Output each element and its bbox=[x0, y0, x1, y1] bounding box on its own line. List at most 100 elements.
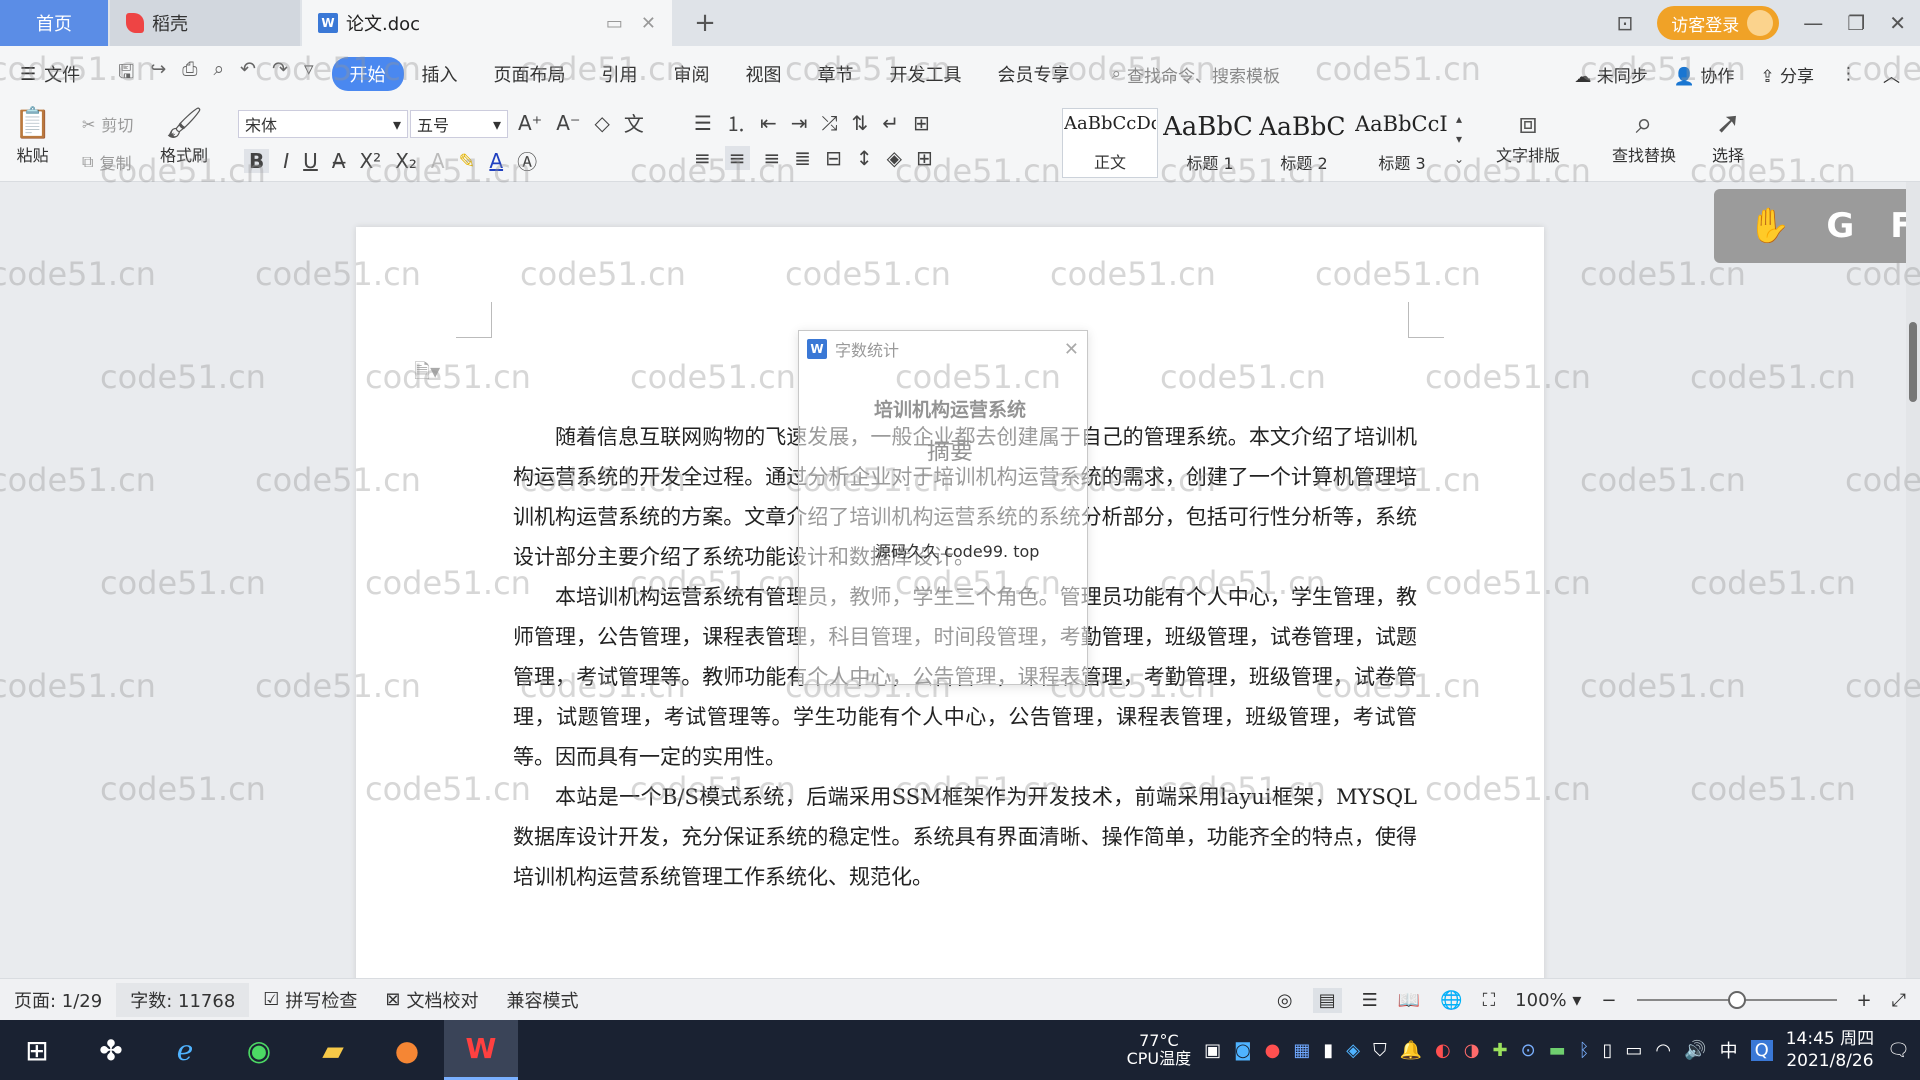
tray-app-icon[interactable]: ◈ bbox=[1346, 1040, 1360, 1061]
font-color-icon[interactable]: A bbox=[489, 149, 503, 173]
app-mascot-icon[interactable]: ● bbox=[370, 1020, 444, 1080]
file-explorer-icon[interactable]: ▰ bbox=[296, 1020, 370, 1080]
clear-format-icon[interactable]: ◇ bbox=[595, 111, 610, 135]
clock[interactable]: 14:45 周四 2021/8/26 bbox=[1786, 1028, 1874, 1072]
bold-icon[interactable]: B bbox=[244, 148, 270, 173]
tray-app-icon[interactable]: ◐ bbox=[1435, 1040, 1451, 1061]
customize-icon[interactable]: ▿ bbox=[304, 58, 314, 90]
align-right-icon[interactable]: ≡ bbox=[764, 146, 781, 170]
find-replace-button[interactable]: ⌕ 查找替换 bbox=[1612, 106, 1676, 166]
subscript-icon[interactable]: X₂ bbox=[395, 149, 417, 173]
zoom-in-icon[interactable]: + bbox=[1857, 990, 1872, 1011]
print-preview-icon[interactable]: ⌕ bbox=[213, 58, 224, 90]
borders-icon[interactable]: ⊞ bbox=[916, 146, 933, 170]
windows-start-icon[interactable]: ⊞ bbox=[0, 1020, 74, 1080]
web-view-icon[interactable]: 🌐 bbox=[1440, 990, 1462, 1011]
tab-docer[interactable]: 稻壳 bbox=[110, 0, 300, 46]
export-icon[interactable]: ↪ bbox=[150, 58, 166, 90]
zoom-slider-knob[interactable] bbox=[1727, 991, 1746, 1009]
sync-button[interactable]: ☁ 未同步 bbox=[1574, 62, 1647, 87]
proofread-button[interactable]: ⊠ 文档校对 bbox=[371, 987, 492, 1013]
360-browser-icon[interactable]: ◉ bbox=[222, 1020, 296, 1080]
table-tools-icon[interactable]: ⊞ bbox=[913, 111, 930, 135]
floating-letter-g[interactable]: G bbox=[1826, 206, 1854, 246]
tab-insert[interactable]: 插入 bbox=[404, 57, 476, 91]
bell-icon[interactable]: 🔔 bbox=[1400, 1040, 1422, 1061]
fullscreen-icon[interactable]: ⤢ bbox=[1892, 990, 1906, 1011]
expand-styles-icon[interactable]: ⌄ bbox=[1454, 152, 1464, 166]
numbering-icon[interactable]: ⒈ bbox=[726, 108, 746, 137]
cpu-temperature[interactable]: 77°C CPU温度 bbox=[1127, 1032, 1192, 1068]
minimize-icon[interactable]: — bbox=[1803, 11, 1823, 35]
reading-view-icon[interactable]: 📖 bbox=[1398, 990, 1420, 1011]
paste-button[interactable]: 📋 粘贴 bbox=[14, 106, 51, 166]
undo-icon[interactable]: ↶ bbox=[240, 58, 256, 90]
tab-chapter[interactable]: 章节 bbox=[800, 57, 872, 91]
redo-icon[interactable]: ↷ bbox=[272, 58, 288, 90]
vertical-scrollbar[interactable] bbox=[1906, 182, 1920, 978]
shield-icon[interactable]: ⛉ bbox=[1373, 1040, 1387, 1061]
save-icon[interactable]: 🖫 bbox=[118, 58, 134, 90]
collab-button[interactable]: 👤 协作 bbox=[1674, 62, 1735, 87]
text-effect-icon[interactable]: A bbox=[431, 149, 445, 173]
style-heading-1[interactable]: AaBbC 标题 1 bbox=[1162, 108, 1258, 178]
show-marks-icon[interactable]: ↵ bbox=[882, 111, 899, 135]
qq-icon[interactable]: Q bbox=[1750, 1039, 1773, 1061]
text-layout-button[interactable]: ⧈ 文字排版 bbox=[1496, 106, 1560, 166]
justify-icon[interactable]: ≣ bbox=[794, 146, 811, 170]
fit-page-icon[interactable]: ⛶ bbox=[1483, 990, 1496, 1011]
fan-app-icon[interactable]: ✤ bbox=[74, 1020, 148, 1080]
char-border-icon[interactable]: Ⓐ bbox=[517, 146, 537, 175]
font-name-select[interactable]: 宋体 ▾ bbox=[238, 110, 408, 138]
wps-taskbar-icon[interactable]: W bbox=[444, 1020, 518, 1080]
tab-member[interactable]: 会员专享 bbox=[980, 57, 1088, 91]
scrollbar-thumb[interactable] bbox=[1909, 322, 1917, 402]
tab-start[interactable]: 开始 bbox=[331, 57, 404, 91]
increase-font-icon[interactable]: A⁺ bbox=[518, 111, 542, 135]
align-center-icon[interactable]: ≡ bbox=[724, 146, 750, 170]
increase-indent-icon[interactable]: ⇥ bbox=[791, 111, 808, 135]
align-left-icon[interactable]: ≡ bbox=[694, 146, 711, 170]
volume-icon[interactable]: 🔊 bbox=[1684, 1040, 1706, 1061]
battery-icon[interactable]: ▭ bbox=[1625, 1040, 1642, 1061]
close-icon[interactable]: ✕ bbox=[1064, 339, 1079, 360]
outline-view-icon[interactable]: ☰ bbox=[1362, 990, 1378, 1011]
tray-app-icon[interactable]: ▦ bbox=[1293, 1040, 1310, 1061]
page-view-icon[interactable]: ▤ bbox=[1312, 987, 1342, 1013]
highlight-icon[interactable]: ✎ bbox=[459, 149, 476, 173]
hand-icon[interactable]: ✋ bbox=[1748, 206, 1790, 246]
zoom-out-icon[interactable]: − bbox=[1601, 990, 1616, 1011]
print-icon[interactable]: ⎙ bbox=[182, 58, 197, 90]
document-widget-icon[interactable]: 🗎▾ bbox=[414, 357, 440, 391]
command-search[interactable]: ⌕ 查找命令、搜索模板 bbox=[1112, 62, 1281, 87]
tab-developer[interactable]: 开发工具 bbox=[872, 57, 980, 91]
bluetooth-icon[interactable]: ᛒ bbox=[1579, 1040, 1590, 1061]
cut-button[interactable]: ✂ 剪切 bbox=[82, 112, 133, 136]
line-spacing-icon[interactable]: ↕ bbox=[856, 146, 873, 170]
format-painter-button[interactable]: 🖌 格式刷 bbox=[160, 106, 208, 166]
phonetic-icon[interactable]: 文 bbox=[624, 108, 644, 137]
bullets-icon[interactable]: ☰ bbox=[694, 111, 712, 135]
restore-icon[interactable]: ❐ bbox=[1847, 11, 1865, 35]
page-indicator[interactable]: 页面: 1/29 bbox=[0, 987, 116, 1013]
tray-app-icon[interactable]: ● bbox=[1265, 1040, 1281, 1061]
tray-app-icon[interactable]: ◑ bbox=[1464, 1040, 1480, 1061]
notification-icon[interactable]: 🗨 bbox=[1887, 1040, 1910, 1061]
style-heading-3[interactable]: AaBbCcI 标题 3 bbox=[1354, 108, 1450, 178]
zoom-select[interactable]: 100% ▾ bbox=[1515, 990, 1581, 1011]
spell-check-button[interactable]: ☑ 拼写检查 bbox=[249, 987, 371, 1013]
file-menu[interactable]: ☰ 文件 bbox=[0, 61, 100, 87]
tab-page-layout[interactable]: 页面布局 bbox=[476, 57, 584, 91]
tray-app-icon[interactable]: ▮ bbox=[1323, 1040, 1333, 1061]
tab-home[interactable]: 首页 bbox=[0, 0, 108, 46]
close-window-icon[interactable]: ✕ bbox=[1889, 11, 1906, 35]
copy-button[interactable]: ⧉ 复制 bbox=[82, 150, 131, 174]
layout-icon[interactable]: ⊡ bbox=[1617, 11, 1634, 35]
ie-browser-icon[interactable]: ℯ bbox=[148, 1020, 222, 1080]
tray-app-icon[interactable]: ◙ bbox=[1234, 1040, 1251, 1061]
distribute-icon[interactable]: ⊟ bbox=[825, 146, 842, 170]
decrease-indent-icon[interactable]: ⇤ bbox=[760, 111, 777, 135]
tab-document[interactable]: W 论文.doc ▭ ✕ bbox=[302, 0, 672, 46]
guest-login-button[interactable]: 访客登录 bbox=[1657, 6, 1780, 40]
superscript-icon[interactable]: X² bbox=[359, 149, 381, 173]
